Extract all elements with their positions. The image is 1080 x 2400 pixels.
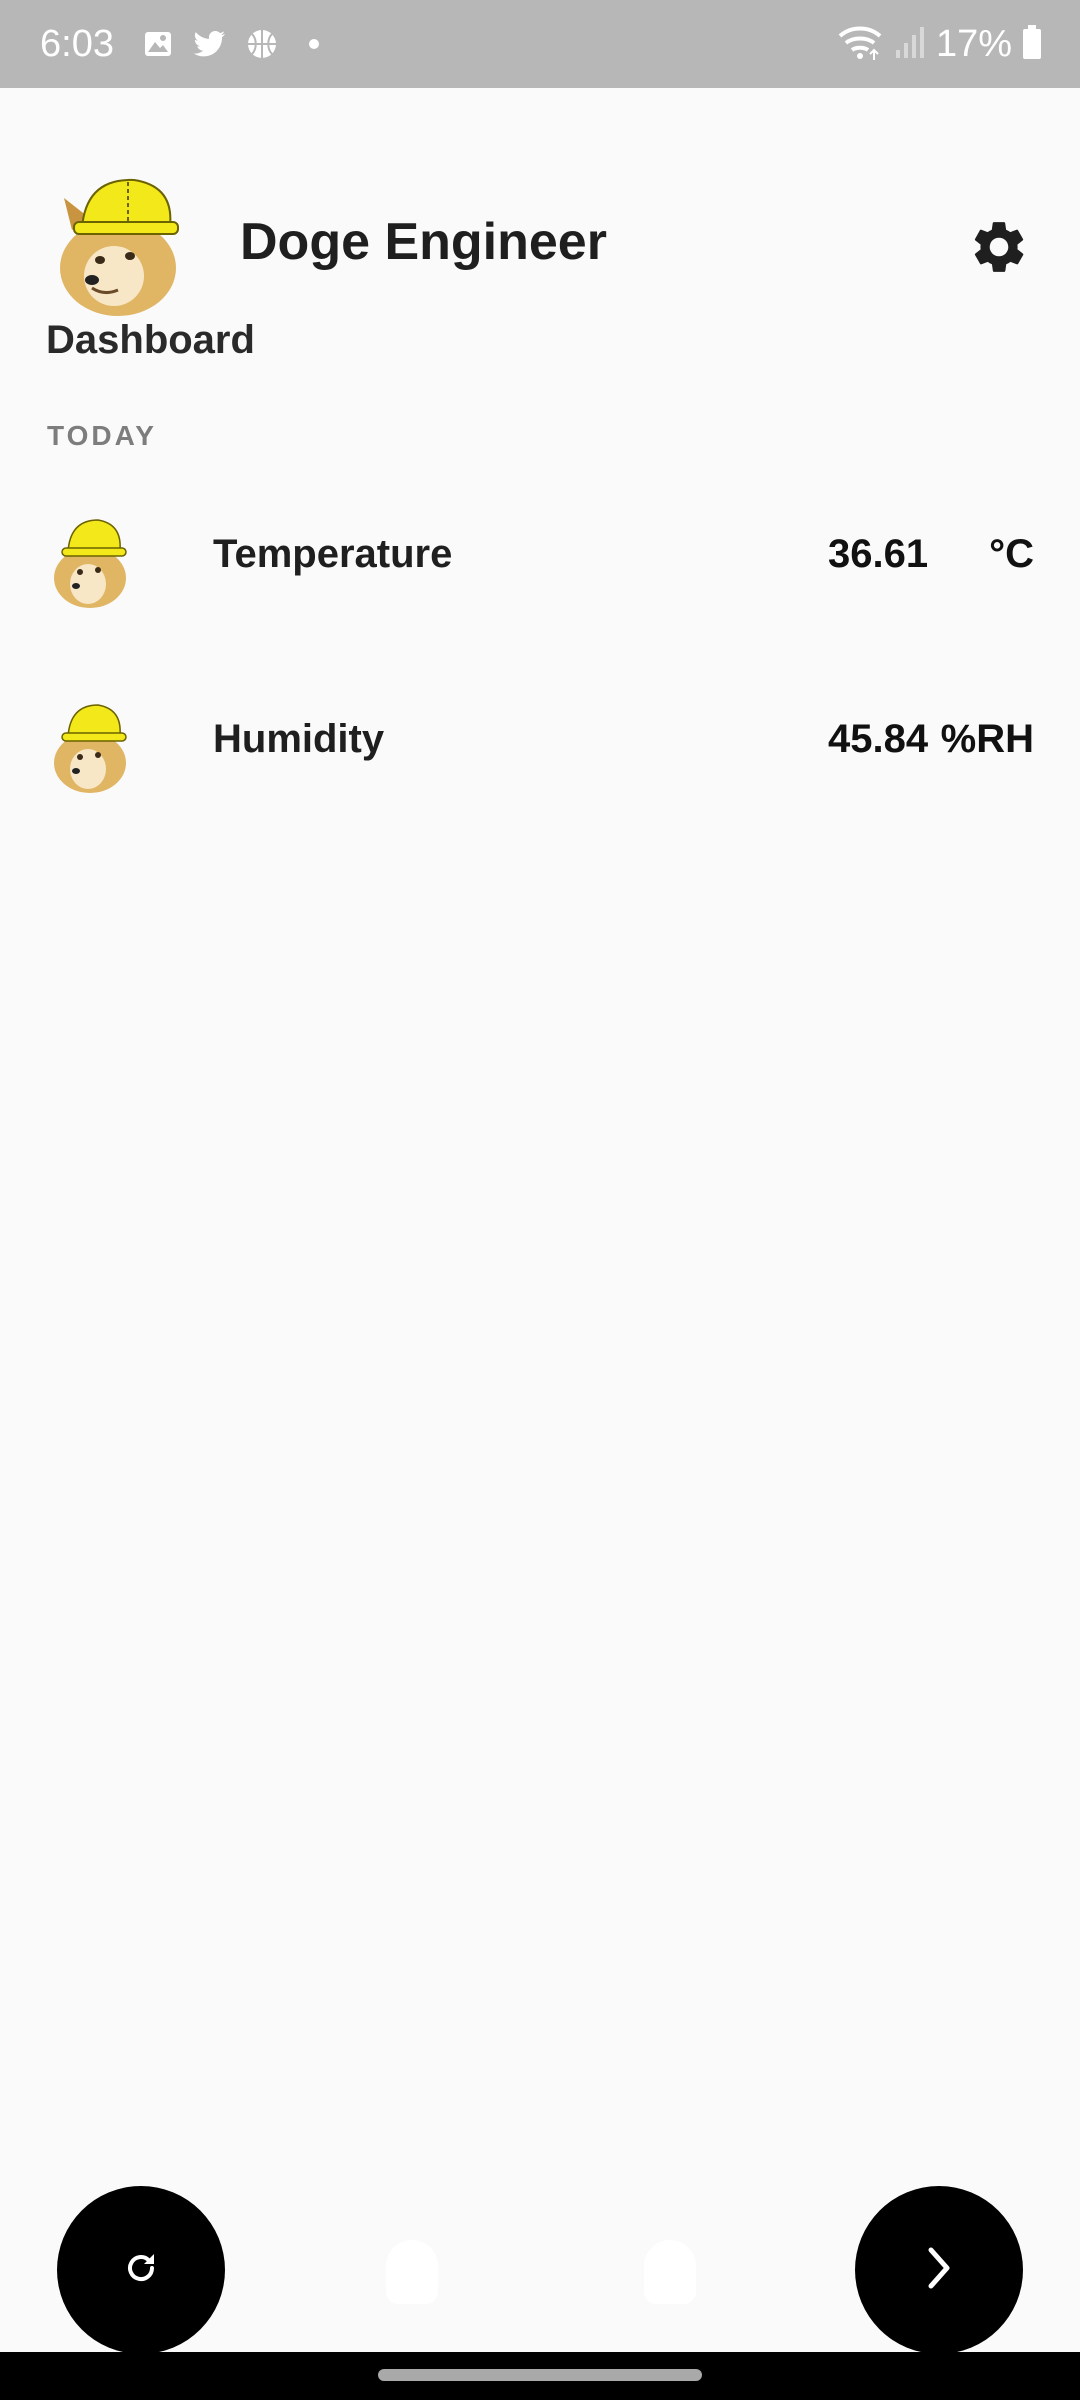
- sensor-unit: °C: [989, 532, 1034, 576]
- doge-hardhat-icon: [50, 512, 132, 610]
- wifi-icon: [836, 22, 884, 67]
- placeholder-shape: [386, 2240, 438, 2304]
- dot-icon: [296, 26, 332, 62]
- twitter-icon: [192, 26, 228, 62]
- status-left: 6:03: [40, 0, 332, 88]
- system-nav-bar: [0, 2352, 1080, 2400]
- signal-icon: [894, 24, 926, 65]
- refresh-button[interactable]: [57, 2186, 225, 2354]
- basketball-icon: [244, 26, 280, 62]
- section-header-today: TODAY: [47, 420, 157, 451]
- home-indicator[interactable]: [378, 2369, 702, 2381]
- status-right: 17%: [836, 0, 1042, 88]
- refresh-icon: [121, 2248, 161, 2293]
- app-title: Doge Engineer: [240, 213, 607, 271]
- status-bar: 6:03 17%: [0, 0, 1080, 88]
- sensor-row-temperature[interactable]: Temperature 36.61 °C: [0, 482, 1080, 632]
- sensor-value: 36.61: [828, 532, 929, 576]
- sensor-unit: %RH: [940, 717, 1034, 761]
- sensor-label: Temperature: [213, 532, 453, 576]
- next-button[interactable]: [855, 2186, 1023, 2354]
- gear-icon: [968, 216, 1030, 283]
- settings-button[interactable]: [964, 214, 1034, 284]
- doge-hardhat-icon: [50, 697, 132, 795]
- battery-level: 17%: [935, 22, 1012, 65]
- page-subtitle: Dashboard: [46, 318, 255, 362]
- chevron-right-icon: [919, 2244, 959, 2297]
- battery-icon: [1022, 24, 1042, 65]
- placeholder-shape: [644, 2240, 696, 2304]
- sensor-value: 45.84: [828, 717, 929, 761]
- gallery-icon: [140, 26, 176, 62]
- status-time: 6:03: [40, 22, 114, 65]
- sensor-label: Humidity: [213, 717, 385, 761]
- sensor-row-humidity[interactable]: Humidity 45.84 %RH: [0, 667, 1080, 817]
- doge-hardhat-icon: [52, 168, 192, 318]
